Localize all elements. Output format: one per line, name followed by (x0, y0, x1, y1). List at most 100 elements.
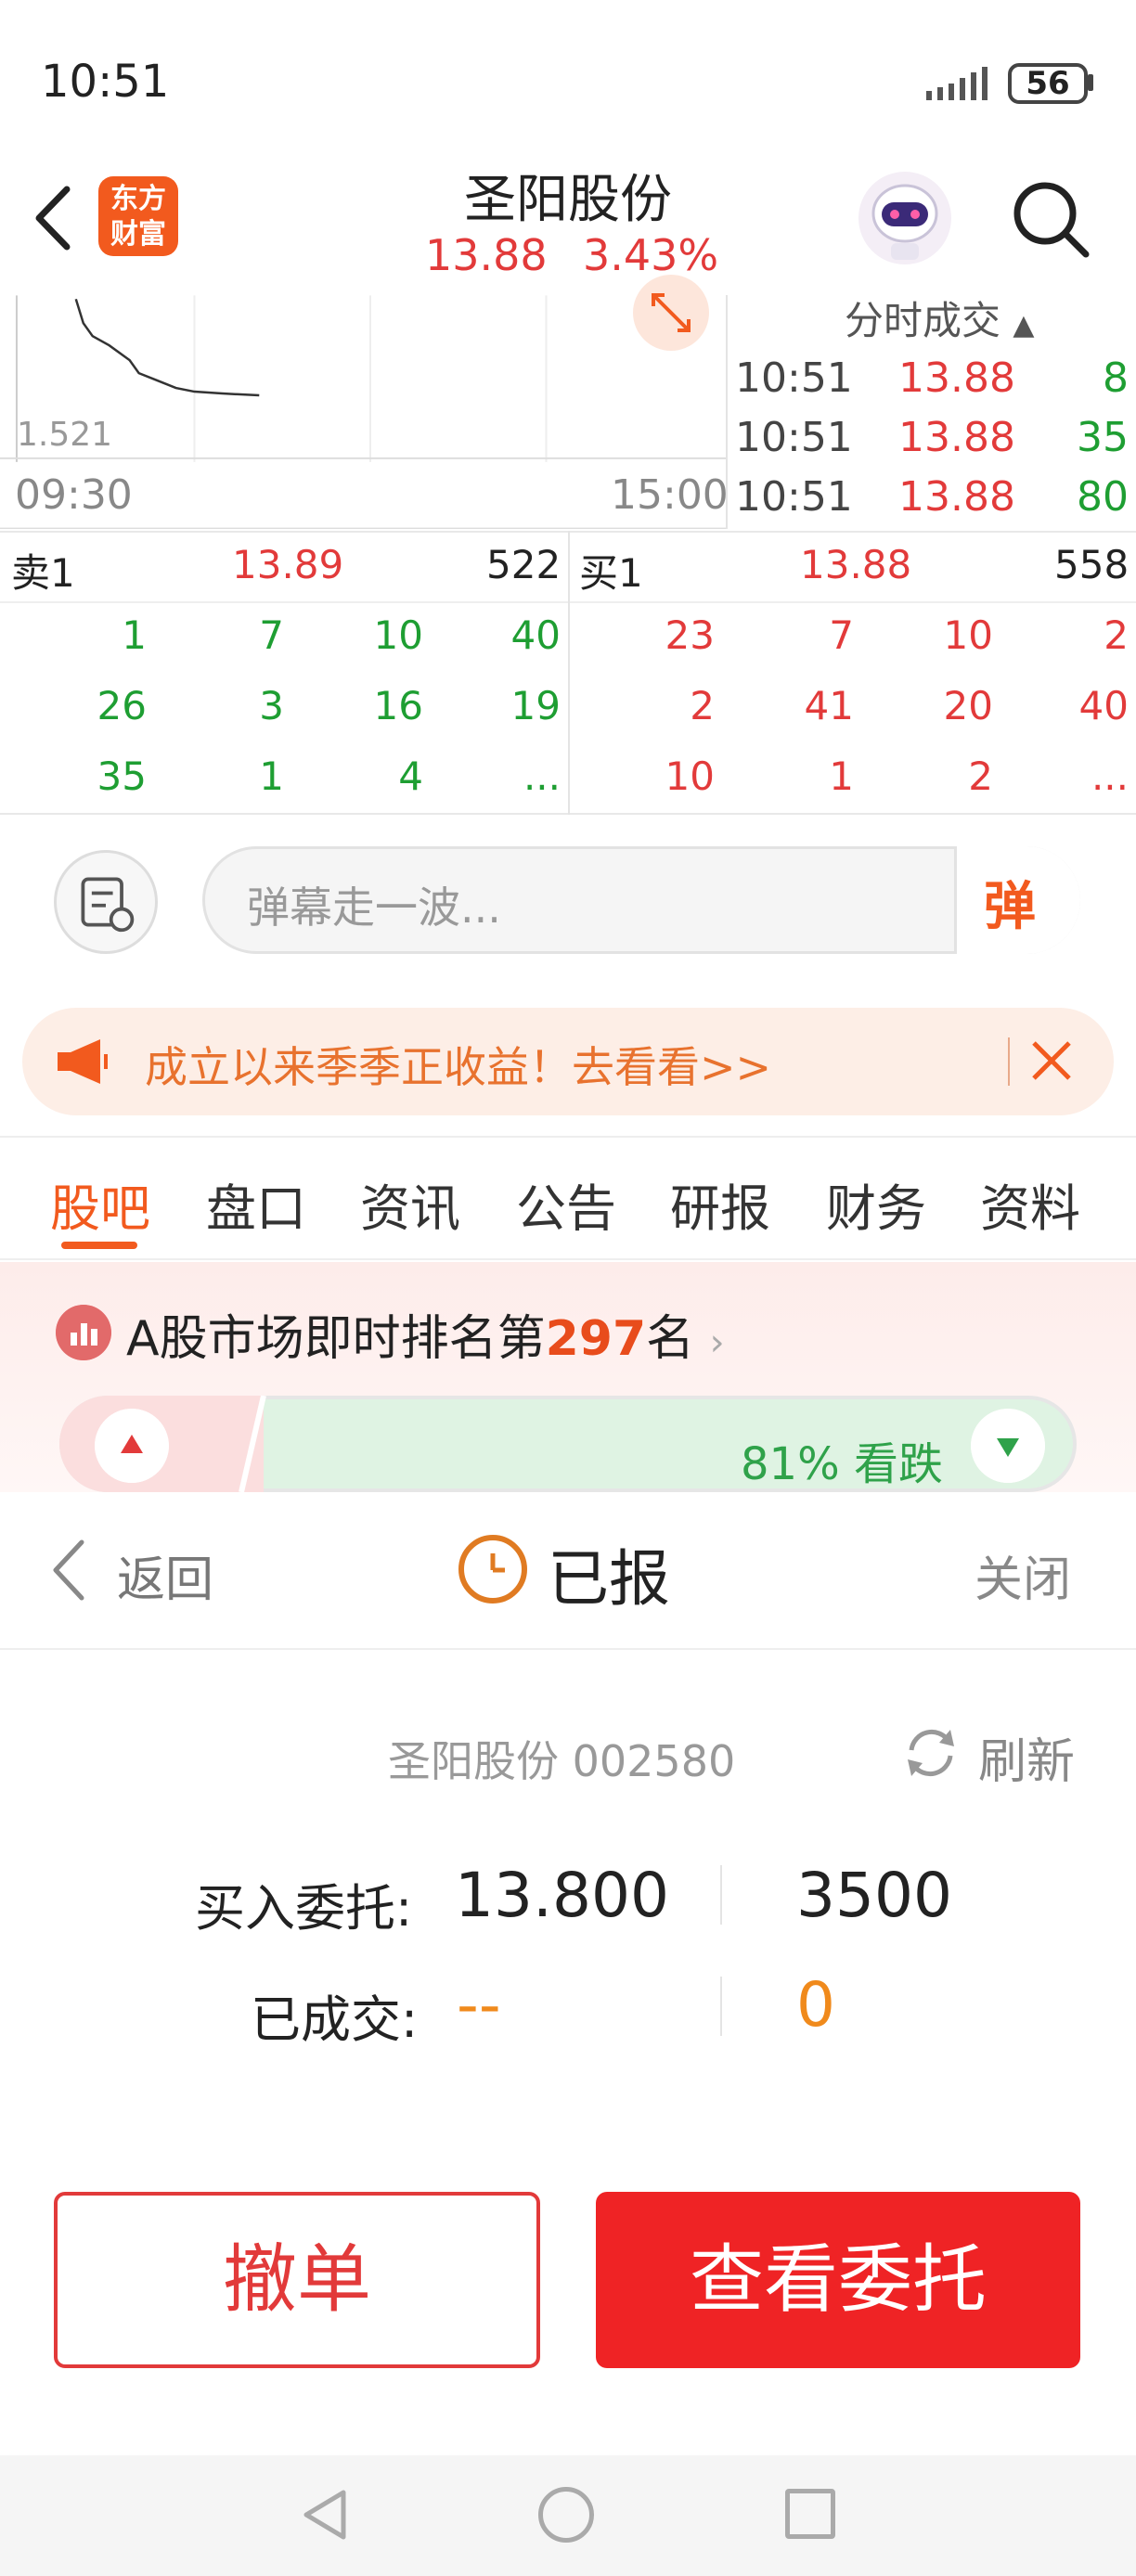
filled-price: -- (457, 1969, 501, 2041)
banner-text: 成立以来季季正收益！去看看>> (145, 1042, 772, 1092)
tick-time: 10:51 (735, 414, 853, 461)
megaphone-icon (58, 1039, 108, 1084)
tab-news[interactable]: 资讯 (360, 1167, 460, 1241)
sell-queue-cell: 4 (398, 753, 423, 799)
tick-panel-title[interactable]: 分时成交 ▲ (845, 290, 1034, 346)
signal-icon (926, 67, 988, 100)
tick-price: 13.88 (898, 414, 1015, 461)
stock-change-pct: 3.43% (583, 230, 719, 280)
tab-announcements[interactable]: 公告 (516, 1167, 616, 1241)
buy-queue-cell: 41 (804, 683, 854, 728)
sell1-label: 卖1 (11, 550, 75, 596)
banner-divider (1008, 1037, 1010, 1086)
sell-queue-cell: 26 (97, 683, 147, 728)
buy1-label: 买1 (579, 550, 643, 596)
chart-time-start: 09:30 (15, 471, 133, 519)
sentiment-text: 81% 看跌 (741, 1438, 943, 1490)
sort-up-icon: ▲ (1013, 309, 1035, 341)
ranking-chart-icon (56, 1305, 111, 1360)
chart-low-label: 1.521 (17, 416, 113, 454)
sell-queue-cell: 7 (259, 612, 284, 658)
ranking-suffix: 名 (646, 1311, 695, 1367)
robot-assistant-icon[interactable] (854, 167, 956, 269)
sentiment-slant (234, 1396, 266, 1492)
sell1-volume: 522 (486, 542, 562, 587)
back-chevron-icon[interactable] (50, 1537, 87, 1604)
danmu-placeholder: 弹幕走一波... (247, 882, 501, 933)
tab-active-indicator (61, 1242, 137, 1249)
danmu-settings-icon[interactable] (54, 850, 158, 954)
sell-queue-cell: ... (523, 753, 561, 799)
tab-pankou[interactable]: 盘口 (206, 1167, 306, 1241)
refresh-icon[interactable] (900, 1722, 962, 1784)
bullish-vote-icon[interactable] (95, 1409, 169, 1483)
stock-price: 13.88 (425, 230, 548, 280)
expand-icon[interactable] (633, 275, 709, 351)
tick-volume: 8 (1103, 354, 1129, 402)
buy-queue-cell: ... (1091, 753, 1129, 799)
search-icon[interactable] (1008, 176, 1091, 260)
buy-queue-cell: 7 (829, 612, 854, 658)
view-orders-button[interactable]: 查看委托 (596, 2192, 1080, 2368)
tick-time: 10:51 (735, 354, 853, 402)
buy-queue-cell: 2 (1104, 612, 1129, 658)
danmu-button-label: 弹 (984, 877, 1036, 937)
nav-home-icon[interactable] (538, 2487, 594, 2543)
tick-row: 10:51 13.88 8 (735, 354, 1129, 414)
buy-queue-cell: 40 (1078, 683, 1129, 728)
buy1-volume: 558 (1054, 542, 1130, 587)
close-icon[interactable] (1026, 1036, 1077, 1086)
filled-quantity: 0 (796, 1969, 835, 2041)
buy-order-label: 买入委托: (195, 1879, 413, 1938)
sell-queue-cell: 19 (510, 683, 561, 728)
buy-queue-cell: 20 (943, 683, 993, 728)
buy-queue-cell: 2 (968, 753, 993, 799)
tab-finance[interactable]: 财务 (826, 1167, 926, 1241)
battery-icon: 56 (1008, 63, 1088, 104)
sell-queue-cell: 16 (373, 683, 423, 728)
tick-time: 10:51 (735, 473, 853, 521)
ranking-prefix: A股市场即时排名第 (126, 1311, 546, 1367)
status-time: 10:51 (41, 56, 170, 108)
buy-queue-cell: 1 (829, 753, 854, 799)
buy-queue-cell: 2 (690, 683, 715, 728)
sell-queue-cell: 10 (373, 612, 423, 658)
sheet-back-button[interactable]: 返回 (117, 1540, 213, 1610)
order-quantity: 3500 (796, 1860, 952, 1931)
tick-price: 13.88 (898, 473, 1015, 521)
stock-name: 圣阳股份 (464, 170, 672, 230)
order-status-title: 已报 (548, 1543, 670, 1615)
logo-line1: 东方 (110, 183, 166, 215)
cancel-order-button[interactable]: 撤单 (54, 2192, 540, 2368)
tick-price: 13.88 (898, 354, 1015, 402)
sell-queue-cell: 35 (97, 753, 147, 799)
sell-queue-cell: 40 (510, 612, 561, 658)
tick-row: 10:51 13.88 80 (735, 473, 1129, 533)
logo-line2: 财富 (110, 218, 166, 251)
book-center-divider (568, 531, 570, 815)
ranking-number: 297 (545, 1311, 647, 1367)
ranking-link[interactable]: A股市场即时排名第297名 › (126, 1299, 725, 1369)
tick-volume: 35 (1077, 414, 1129, 461)
nav-back-icon[interactable] (299, 2487, 351, 2543)
tick-row: 10:51 13.88 35 (735, 414, 1129, 473)
tick-title-label: 分时成交 (845, 298, 1001, 343)
order-status-sheet (0, 1492, 1136, 2576)
chart-time-end: 15:00 (611, 471, 729, 519)
buy-queue-cell: 10 (665, 753, 715, 799)
refresh-button[interactable]: 刷新 (978, 1722, 1075, 1792)
tab-profile[interactable]: 资料 (980, 1167, 1080, 1241)
value-divider (720, 1977, 722, 2036)
back-arrow-icon[interactable] (28, 176, 84, 260)
bearish-vote-icon[interactable] (971, 1409, 1045, 1483)
tab-research[interactable]: 研报 (670, 1167, 770, 1241)
buy1-price: 13.88 (800, 542, 912, 587)
sell-queue-cell: 1 (122, 612, 147, 658)
app-logo[interactable]: 东方 财富 (98, 176, 178, 256)
sheet-close-button[interactable]: 关闭 (975, 1540, 1071, 1610)
sell-queue-cell: 1 (259, 753, 284, 799)
order-price: 13.800 (455, 1860, 669, 1931)
battery-tip (1088, 74, 1093, 91)
tab-guba[interactable]: 股吧 (50, 1167, 150, 1241)
nav-recents-icon[interactable] (785, 2489, 835, 2539)
